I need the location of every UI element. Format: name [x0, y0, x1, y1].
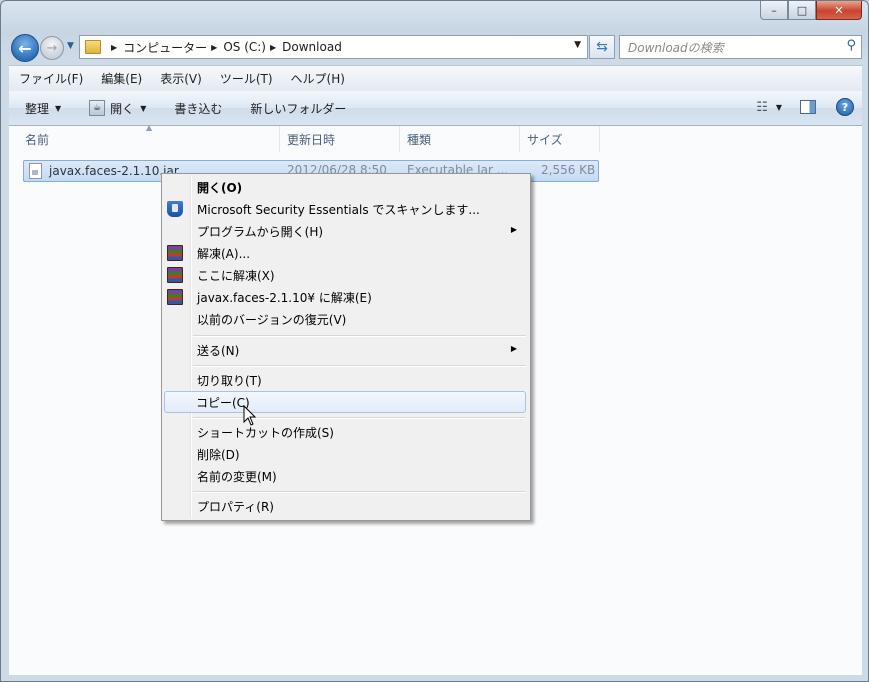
column-header-size[interactable]: サイズ: [520, 126, 600, 152]
menu-item-create-shortcut[interactable]: ショートカットの作成(S): [164, 421, 526, 443]
view-controls: ☷ ▼ ?: [756, 98, 854, 116]
file-name: javax.faces-2.1.10.jar: [49, 164, 179, 178]
menu-item-label: javax.faces-2.1.10¥ に解凍(E): [197, 291, 372, 305]
new-folder-button[interactable]: 新しいフォルダー: [234, 100, 358, 117]
menu-bar: ファイル(F) 編集(E) 表示(V) ツール(T) ヘルプ(H): [9, 65, 862, 91]
menu-item-label: Microsoft Security Essentials でスキャンします..…: [197, 203, 480, 217]
search-icon[interactable]: ⚲: [846, 38, 856, 53]
menu-item-extract-to-folder[interactable]: javax.faces-2.1.10¥ に解凍(E): [164, 286, 526, 308]
command-bar: 整理 ▼ ☕ 開く ▼ 書き込む 新しいフォルダー ☷ ▼ ?: [9, 91, 862, 126]
submenu-arrow-icon: ▶: [510, 225, 517, 234]
menu-item-label: ショートカットの作成(S): [197, 426, 334, 440]
minimize-button[interactable]: –: [760, 1, 788, 20]
menu-item-delete[interactable]: 削除(D): [164, 443, 526, 465]
breadcrumb-chevron-icon[interactable]: ▶: [111, 43, 117, 52]
context-menu: 開く(O) Microsoft Security Essentials でスキャ…: [161, 173, 531, 521]
java-icon: ☕: [89, 100, 106, 116]
security-essentials-icon: [167, 201, 183, 217]
menu-separator: [193, 335, 526, 337]
file-size: 2,556 KB: [541, 163, 596, 177]
search-input[interactable]: Downloadの検索 ⚲: [619, 35, 862, 59]
menu-item-copy[interactable]: コピー(C): [164, 391, 526, 413]
menu-item-extract-here[interactable]: ここに解凍(X): [164, 264, 526, 286]
winrar-icon: [167, 289, 183, 305]
refresh-icon: ⇆: [596, 39, 608, 55]
column-header-modified[interactable]: 更新日時: [280, 126, 400, 152]
burn-button[interactable]: 書き込む: [158, 100, 234, 117]
column-header-label: 種類: [407, 132, 432, 147]
chevron-down-icon[interactable]: ▼: [776, 103, 782, 112]
help-icon[interactable]: ?: [836, 98, 854, 116]
breadcrumb-chevron-icon[interactable]: ▶: [270, 43, 276, 52]
breadcrumb-drive[interactable]: OS (C:): [223, 40, 266, 54]
menu-item-label: 解凍(A)...: [197, 247, 251, 261]
menu-item-label: 名前の変更(M): [197, 470, 277, 484]
menu-edit[interactable]: 編集(E): [91, 70, 150, 87]
burn-label: 書き込む: [174, 101, 223, 116]
menu-item-send-to[interactable]: 送る(N) ▶: [164, 339, 526, 361]
search-placeholder: Downloadの検索: [628, 40, 724, 55]
menu-item-label: ここに解凍(X): [197, 269, 275, 283]
menu-item-rename[interactable]: 名前の変更(M): [164, 465, 526, 487]
recent-pages-dropdown[interactable]: ▼: [67, 41, 74, 51]
menu-item-cut[interactable]: 切り取り(T): [164, 369, 526, 391]
organize-button[interactable]: 整理 ▼: [9, 100, 73, 117]
maximize-button[interactable]: □: [788, 1, 816, 20]
menu-item-label: コピー(C): [196, 396, 250, 410]
preview-pane-icon[interactable]: [800, 100, 816, 114]
menu-item-label: 削除(D): [197, 448, 240, 462]
column-header-label: サイズ: [527, 132, 563, 147]
new-folder-label: 新しいフォルダー: [250, 101, 347, 116]
menu-item-restore-previous[interactable]: 以前のバージョンの復元(V): [164, 308, 526, 330]
forward-arrow-icon: →: [46, 40, 58, 56]
menu-item-label: 切り取り(T): [197, 374, 262, 388]
submenu-arrow-icon: ▶: [510, 344, 517, 353]
breadcrumb-chevron-icon[interactable]: ▶: [211, 43, 217, 52]
address-bar[interactable]: ▶ コンピューター ▶ OS (C:) ▶ Download ▼: [79, 35, 588, 59]
winrar-icon: [167, 267, 183, 283]
jar-file-icon: [29, 163, 42, 179]
menu-item-open-with[interactable]: プログラムから開く(H) ▶: [164, 220, 526, 242]
breadcrumb-download[interactable]: Download: [282, 40, 342, 54]
menu-item-scan[interactable]: Microsoft Security Essentials でスキャンします..…: [164, 198, 526, 220]
back-button[interactable]: ←: [11, 34, 39, 62]
menu-item-extract[interactable]: 解凍(A)...: [164, 242, 526, 264]
column-header-label: 名前: [25, 132, 50, 147]
open-label: 開く: [110, 101, 135, 116]
organize-label: 整理: [25, 101, 50, 116]
column-header-type[interactable]: 種類: [400, 126, 520, 152]
folder-icon: [85, 40, 101, 54]
address-dropdown-icon[interactable]: ▼: [574, 40, 581, 50]
menu-separator: [193, 491, 526, 493]
menu-item-properties[interactable]: プロパティ(R): [164, 495, 526, 517]
winrar-icon: [167, 245, 183, 261]
menu-item-open[interactable]: 開く(O): [164, 176, 526, 198]
column-header-name[interactable]: 名前: [9, 126, 280, 152]
menu-tools[interactable]: ツール(T): [210, 70, 281, 87]
menu-item-label: プロパティ(R): [197, 500, 274, 514]
column-header-label: 更新日時: [287, 132, 336, 147]
window-controls: – □ ✕: [760, 1, 862, 20]
menu-separator: [193, 365, 526, 367]
chevron-down-icon: ▼: [55, 103, 62, 113]
close-button[interactable]: ✕: [816, 1, 862, 20]
menu-file[interactable]: ファイル(F): [9, 70, 91, 87]
back-arrow-icon: ←: [18, 38, 32, 58]
refresh-button[interactable]: ⇆: [589, 35, 615, 59]
menu-help[interactable]: ヘルプ(H): [281, 70, 353, 87]
menu-item-label: 以前のバージョンの復元(V): [197, 313, 347, 327]
menu-view[interactable]: 表示(V): [150, 70, 210, 87]
menu-item-label: 送る(N): [197, 344, 240, 358]
chevron-down-icon: ▼: [140, 103, 147, 113]
menu-item-label: 開く(O): [197, 181, 243, 195]
open-button[interactable]: ☕ 開く ▼: [73, 100, 158, 117]
menu-item-label: プログラムから開く(H): [197, 225, 324, 239]
breadcrumb-computer[interactable]: コンピューター: [123, 39, 207, 56]
forward-button[interactable]: →: [40, 36, 64, 60]
view-options-icon[interactable]: ☷: [756, 100, 768, 115]
